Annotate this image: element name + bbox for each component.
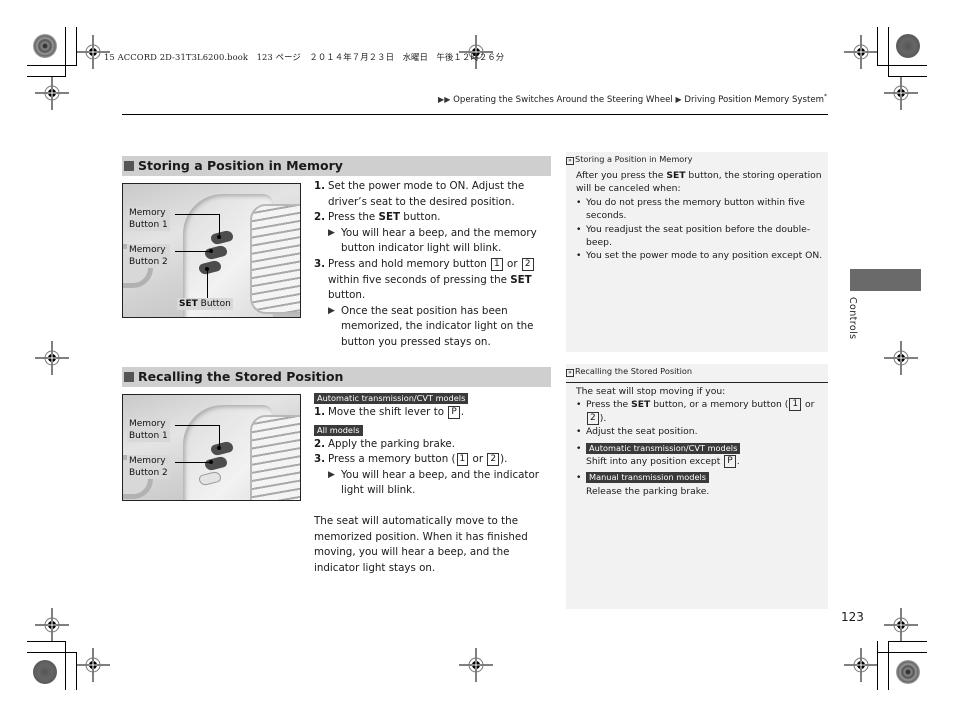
sidebar-bullet: • Automatic transmission/CVT models Shift …	[576, 442, 741, 469]
triangle-icon: ▶	[675, 94, 682, 104]
figure-recalling-buttons: Memory Button 1 Memory Button 2	[122, 394, 301, 501]
step-3: 3. Press a memory button (1 or 2).	[314, 453, 508, 467]
key-1-icon: 1	[456, 453, 469, 467]
sidebar-intro: The seat will stop moving if you:	[576, 386, 726, 397]
callout-memory-2: Memory Button 2	[127, 244, 170, 268]
registration-mark	[34, 607, 70, 643]
model-tag-automatic: Automatic transmission/CVT models	[586, 442, 741, 454]
key-2-icon: 2	[521, 257, 534, 271]
step-2: 2. Press the SET button.	[314, 211, 441, 224]
sidebar-bullet: • Press the SET button, or a memory butto…	[576, 398, 815, 425]
model-tag-manual: Manual transmission models	[586, 472, 710, 484]
breadcrumb: ▶▶ Operating the Switches Around the Ste…	[438, 93, 827, 105]
registration-mark	[458, 647, 494, 683]
key-2-icon: 2	[487, 453, 500, 467]
step-3-result: ▶ Once the seat position has been memori…	[328, 304, 534, 348]
square-bullet-icon	[124, 372, 134, 382]
sidebar-bullet: • You readjust the seat position before t…	[576, 223, 811, 249]
page-number: 123	[841, 610, 864, 624]
key-p-icon: P	[448, 406, 460, 419]
sidebar-recalling-note: » Recalling the Stored Position The seat …	[566, 364, 828, 609]
sidebar-storing-note: » Storing a Position in Memory After you …	[566, 152, 828, 352]
registration-mark	[34, 340, 70, 376]
print-header: 15 ACCORD 2D-31T3L6200.book 123 ページ ２０１４…	[104, 52, 505, 62]
step-1: 1. Move the shift lever to P.	[314, 406, 465, 419]
step-3-result: ▶ You will hear a beep, and the indicato…	[328, 468, 539, 497]
double-triangle-icon: ▶▶	[438, 94, 451, 104]
breadcrumb-page: Driving Position Memory System	[684, 94, 824, 105]
reference-icon: »	[566, 157, 574, 165]
registration-mark	[843, 34, 879, 70]
result-arrow-icon: ▶	[328, 469, 335, 480]
result-arrow-icon: ▶	[328, 305, 335, 316]
step-1: 1. Set the power mode to ON. Adjust the …	[314, 180, 525, 208]
callout-set-button: SET Button	[177, 298, 233, 310]
section-heading-storing: Storing a Position in Memory	[122, 156, 551, 176]
header-rule	[122, 114, 828, 115]
callout-memory-2: Memory Button 2	[127, 455, 170, 479]
callout-memory-1: Memory Button 1	[127, 207, 170, 231]
optional-asterisk: *	[824, 93, 827, 100]
chapter-tab-marker[interactable]	[850, 269, 921, 291]
sidebar-bullet: • Manual transmission models Release the p…	[576, 472, 710, 497]
storing-steps: 1. Set the power mode to ON. Adjust the …	[314, 179, 554, 351]
sidebar-title: » Storing a Position in Memory	[566, 152, 828, 165]
result-arrow-icon: ▶	[328, 227, 335, 238]
key-1-icon: 1	[491, 257, 503, 271]
step-2: 2. Apply the parking brake.	[314, 437, 456, 450]
breadcrumb-section[interactable]: Operating the Switches Around the Steeri…	[453, 95, 673, 105]
sidebar-bullet: • You set the power mode to any position …	[576, 250, 823, 262]
registration-mark	[34, 75, 70, 111]
registration-mark	[883, 607, 919, 643]
key-1-icon: 1	[789, 398, 802, 412]
step-2-result: ▶ You will hear a beep, and the memory b…	[328, 226, 537, 255]
square-bullet-icon	[124, 161, 134, 171]
model-tag-all: All models	[314, 424, 363, 436]
recalling-paragraph: The seat will automatically move to the …	[314, 514, 528, 574]
sidebar-title: » Recalling the Stored Position	[566, 364, 828, 377]
sidebar-bullet: • You do not press the memory button with…	[576, 196, 805, 222]
figure-storing-buttons: Memory Button 1 Memory Button 2 SET Button	[122, 183, 301, 318]
registration-mark	[75, 647, 111, 683]
key-p-icon: P	[724, 455, 736, 469]
sidebar-intro: After you press the SET button, the stor…	[576, 170, 822, 195]
registration-marks	[34, 34, 919, 683]
reference-icon: »	[566, 369, 574, 377]
sidebar-bullet: • Adjust the seat position.	[576, 426, 698, 438]
callout-memory-1: Memory Button 1	[127, 418, 170, 442]
registration-mark	[883, 75, 919, 111]
model-tag-automatic: Automatic transmission/CVT models	[314, 393, 469, 404]
registration-mark	[883, 340, 919, 376]
section-heading-recalling: Recalling the Stored Position	[122, 367, 551, 387]
step-3: 3. Press and hold memory button 1 or 2 w…	[314, 257, 534, 302]
registration-mark	[843, 647, 879, 683]
recalling-steps: Automatic transmission/CVT models 1. Mov…	[314, 392, 554, 576]
chapter-tab-label[interactable]: Controls	[847, 297, 858, 340]
key-2-icon: 2	[587, 411, 599, 425]
